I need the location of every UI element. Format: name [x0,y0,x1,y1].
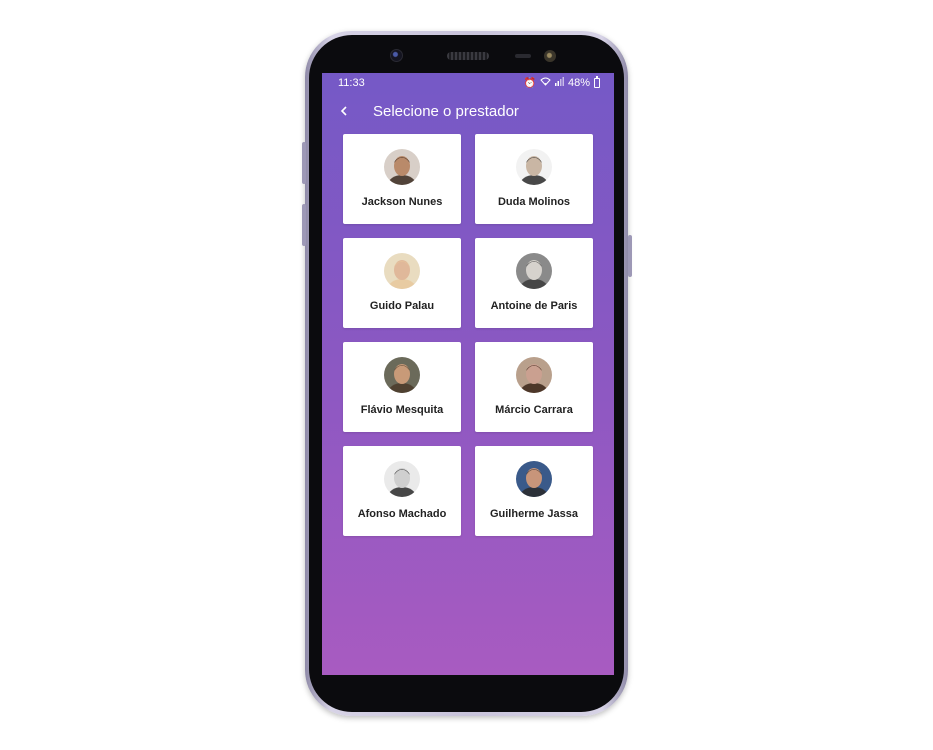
provider-name: Márcio Carrara [495,404,573,416]
provider-name: Antoine de Paris [490,300,578,312]
status-bar: 11:33 ⏰ 48% [322,73,614,93]
provider-card[interactable]: Afonso Machado [343,446,461,536]
avatar [516,357,552,393]
provider-grid: Jackson Nunes Duda Molinos Guido Palau Anto… [343,134,593,536]
page-title: Selecione o prestador [373,103,519,120]
volume-down-button [302,204,306,246]
provider-card[interactable]: Guido Palau [343,238,461,328]
battery-percent: 48% [567,77,590,89]
alarm-icon: ⏰ [523,77,536,89]
battery-icon [594,76,600,88]
avatar [384,357,420,393]
back-arrow-icon [340,106,347,116]
avatar [516,149,552,185]
front-flash [544,50,556,62]
wifi-icon [540,77,551,89]
provider-name: Afonso Machado [357,508,447,520]
back-button[interactable] [336,101,352,121]
app-screen: 11:33 ⏰ 48% Selecione o prestador Jackso… [322,73,614,675]
avatar [516,253,552,289]
provider-name: Duda Molinos [497,196,571,208]
earpiece-speaker [447,52,489,60]
provider-name: Guido Palau [369,300,435,312]
provider-card[interactable]: Duda Molinos [475,134,593,224]
volume-up-button [302,142,306,184]
signal-icon [554,77,564,89]
provider-name: Flávio Mesquita [360,404,444,416]
proximity-sensor [515,54,531,58]
provider-name: Jackson Nunes [361,196,443,208]
provider-name: Guilherme Jassa [489,508,579,520]
avatar [384,149,420,185]
status-icons: ⏰ 48% [523,76,600,89]
avatar [384,253,420,289]
provider-card[interactable]: Jackson Nunes [343,134,461,224]
provider-card[interactable]: Antoine de Paris [475,238,593,328]
provider-card[interactable]: Guilherme Jassa [475,446,593,536]
provider-card[interactable]: Márcio Carrara [475,342,593,432]
avatar [384,461,420,497]
front-camera-icon [390,49,403,62]
status-time: 11:33 [338,77,365,89]
app-bar: Selecione o prestador [322,99,614,125]
provider-card[interactable]: Flávio Mesquita [343,342,461,432]
power-button [628,235,632,277]
avatar [516,461,552,497]
